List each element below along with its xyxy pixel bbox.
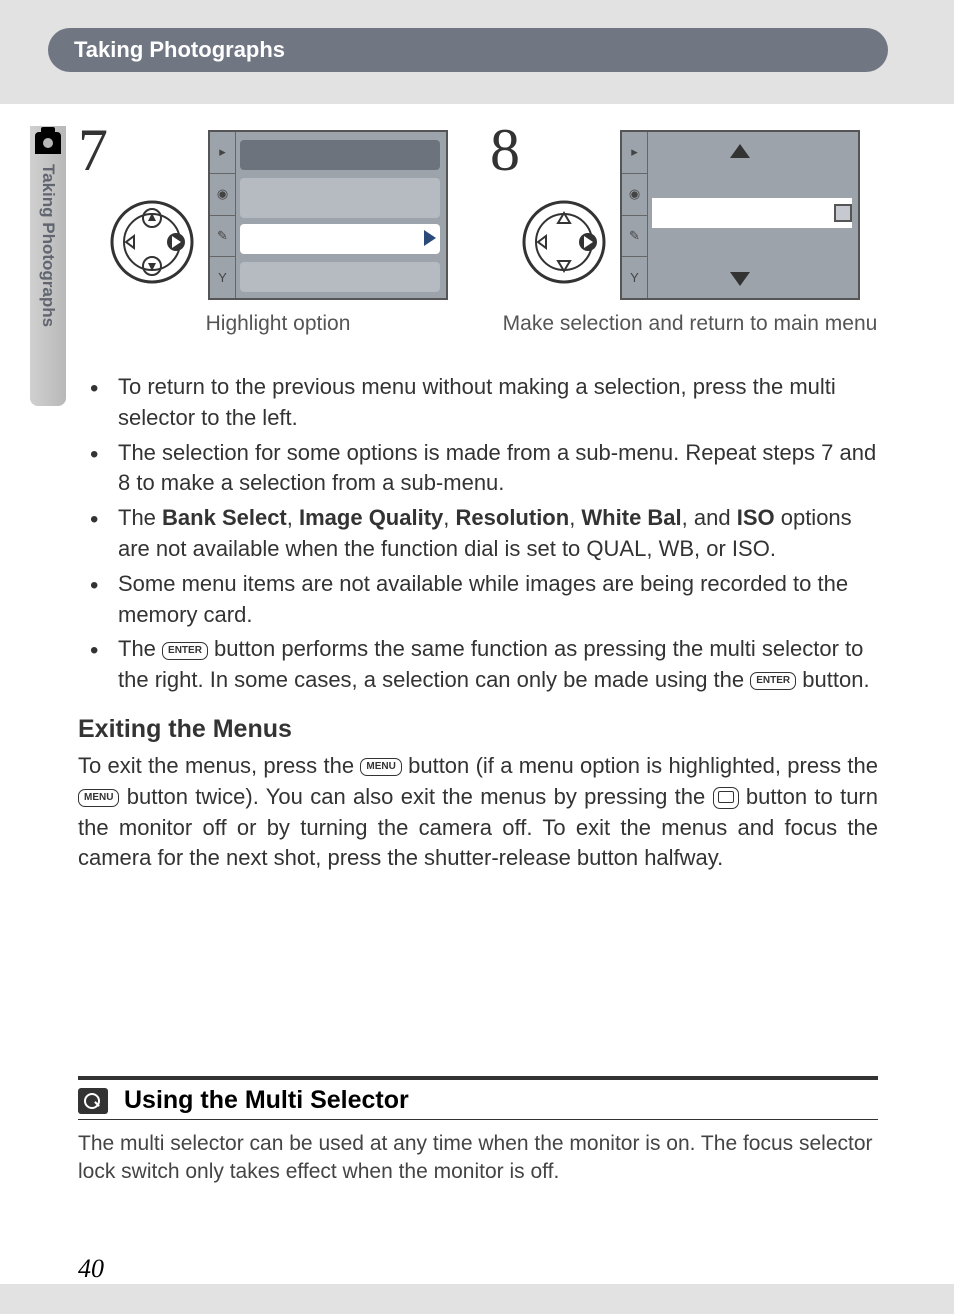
- playback-icon: ▸: [622, 132, 647, 174]
- side-tab-label: Taking Photographs: [38, 164, 58, 327]
- menu-row: [240, 140, 440, 170]
- exiting-section: Exiting the Menus To exit the menus, pre…: [78, 712, 878, 874]
- menu-row-highlighted: [240, 224, 440, 254]
- setup-icon: Y: [210, 257, 235, 298]
- select-arrow-icon: [424, 230, 436, 246]
- divider: [78, 1119, 878, 1120]
- magnifier-icon: [78, 1088, 108, 1114]
- bullet-list: To return to the previous menu without m…: [78, 372, 878, 700]
- step-number: 8: [490, 116, 520, 185]
- menu-row: [240, 178, 440, 218]
- menu-button-icon: MENU: [78, 789, 119, 807]
- side-tab: Taking Photographs: [30, 126, 66, 406]
- camera-tab-icon: ◉: [210, 174, 235, 216]
- playback-icon: ▸: [210, 132, 235, 174]
- section-header-text: Taking Photographs: [74, 37, 285, 63]
- screen-tab-icons: ▸ ◉ ✎ Y: [210, 132, 236, 298]
- arrow-down-icon: [730, 272, 750, 286]
- menu-row-highlighted: [652, 198, 852, 228]
- checkbox-icon: [834, 204, 852, 222]
- list-item: The selection for some options is made f…: [78, 438, 878, 500]
- step-caption: Make selection and return to main menu: [490, 312, 890, 336]
- list-item: The Bank Select, Image Quality, Resoluti…: [78, 503, 878, 565]
- camera-icon: [35, 132, 61, 154]
- pencil-icon: ✎: [210, 216, 235, 258]
- camera-screen-step8: ▸ ◉ ✎ Y: [620, 130, 860, 300]
- enter-button-icon: ENTER: [750, 672, 796, 690]
- arrow-up-icon: [730, 144, 750, 158]
- section-heading: Exiting the Menus: [78, 712, 878, 747]
- menu-row: [240, 262, 440, 292]
- enter-button-icon: ENTER: [162, 642, 208, 660]
- page-number: 40: [78, 1254, 104, 1284]
- setup-icon: Y: [622, 257, 647, 298]
- step-number: 7: [78, 116, 108, 185]
- camera-tab-icon: ◉: [622, 174, 647, 216]
- tip-title: Using the Multi Selector: [124, 1086, 409, 1115]
- list-item: To return to the previous menu without m…: [78, 372, 878, 434]
- list-item: The ENTER button performs the same funct…: [78, 634, 878, 696]
- tip-box: Using the Multi Selector The multi selec…: [78, 1076, 878, 1187]
- page: Taking Photographs Taking Photographs 7 …: [0, 0, 954, 1314]
- screen-tab-icons: ▸ ◉ ✎ Y: [622, 132, 648, 298]
- multi-selector-diagram: [520, 198, 608, 291]
- section-paragraph: To exit the menus, press the MENU button…: [78, 751, 878, 874]
- section-header: Taking Photographs: [48, 28, 888, 72]
- divider: [78, 1076, 878, 1080]
- multi-selector-diagram: [108, 198, 196, 291]
- pencil-icon: ✎: [622, 216, 647, 258]
- monitor-button-icon: [713, 787, 739, 809]
- step-caption: Highlight option: [78, 312, 478, 336]
- list-item: Some menu items are not available while …: [78, 569, 878, 631]
- tip-text: The multi selector can be used at any ti…: [78, 1130, 878, 1187]
- menu-button-icon: MENU: [360, 758, 401, 776]
- camera-screen-step7: ▸ ◉ ✎ Y: [208, 130, 448, 300]
